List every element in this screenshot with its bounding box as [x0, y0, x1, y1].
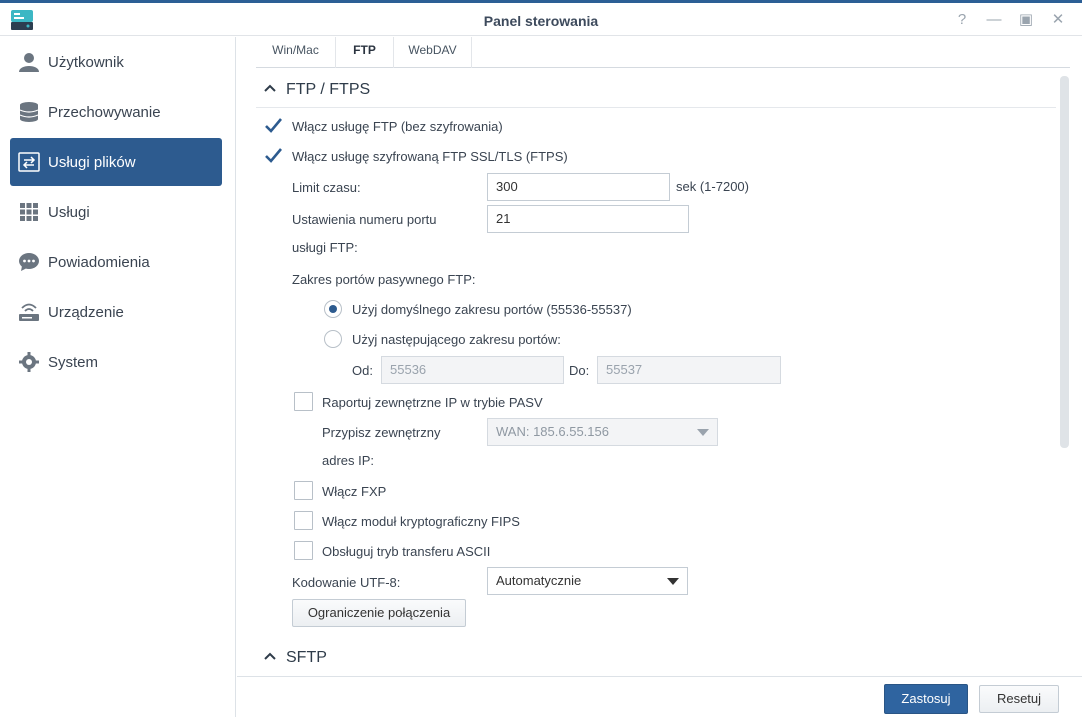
tab-bar: Win/Mac FTP WebDAV: [256, 37, 1070, 68]
sidebar-item-label: Użytkownik: [48, 54, 124, 71]
custom-range-label: Użyj następującego zakresu portów:: [352, 332, 561, 347]
apply-button[interactable]: Zastosuj: [884, 684, 968, 714]
help-button[interactable]: ?: [951, 9, 973, 31]
sidebar-item-label: Usługi plików: [48, 154, 136, 171]
sidebar-item-label: Przechowywanie: [48, 104, 161, 121]
external-ip-value: WAN: 185.6.55.156: [496, 424, 609, 439]
minimize-icon: —: [986, 11, 1002, 28]
enable-fips-checkbox[interactable]: [294, 511, 313, 530]
custom-range-radio[interactable]: [324, 330, 342, 348]
ftp-section-header[interactable]: FTP / FTPS: [256, 70, 1056, 108]
assign-external-label-line2: adres IP:: [322, 453, 375, 468]
tab-webdav[interactable]: WebDAV: [394, 37, 472, 68]
sidebar-item-label: Urządzenie: [48, 304, 124, 321]
enable-fips-label: Włącz moduł kryptograficzny FIPS: [322, 514, 520, 529]
sidebar-item-label: Powiadomienia: [48, 254, 150, 271]
router-icon: [19, 303, 39, 321]
storage-icon: [19, 102, 39, 122]
sidebar-item-storage[interactable]: Przechowywanie: [10, 88, 222, 136]
enable-ftp-checkbox[interactable]: [264, 116, 283, 135]
section-title: SFTP: [286, 649, 327, 666]
port-label-line2: usługi FTP:: [292, 240, 358, 255]
footer-bar: Zastosuj Resetuj: [237, 676, 1082, 717]
enable-ftps-label: Włącz usługę szyfrowaną FTP SSL/TLS (FTP…: [292, 149, 568, 164]
sidebar-item-notifications[interactable]: Powiadomienia: [10, 238, 222, 286]
range-from-input[interactable]: 55536: [381, 356, 564, 384]
enable-ftps-checkbox[interactable]: [264, 146, 283, 165]
utf8-label: Kodowanie UTF-8:: [292, 575, 401, 590]
report-external-ip-checkbox[interactable]: [294, 392, 313, 411]
sftp-section-header[interactable]: SFTP: [256, 638, 1056, 676]
ftp-settings-panel: FTP / FTPS Włącz usługę FTP (bez szyfrow…: [256, 70, 1056, 676]
chevron-up-icon: [264, 652, 276, 660]
default-range-label: Użyj domyślnego zakresu portów (55536-55…: [352, 302, 632, 317]
utf8-select[interactable]: Automatycznie: [487, 567, 688, 595]
maximize-icon: ▣: [1018, 11, 1034, 28]
ascii-mode-checkbox[interactable]: [294, 541, 313, 560]
chevron-up-icon: [264, 84, 276, 92]
timeout-label: Limit czasu:: [292, 180, 361, 195]
chat-icon: [19, 253, 39, 271]
help-icon: ?: [957, 11, 967, 28]
sidebar-item-system[interactable]: System: [10, 338, 222, 386]
title-bar: Panel sterowania ? — ▣ ✕: [0, 3, 1082, 36]
assign-external-label-line1: Przypisz zewnętrzny: [322, 425, 441, 440]
enable-ftp-label: Włącz usługę FTP (bez szyfrowania): [292, 119, 503, 134]
port-label-line1: Ustawienia numeru portu: [292, 212, 437, 227]
sidebar-item-label: System: [48, 354, 99, 371]
external-ip-select[interactable]: WAN: 185.6.55.156: [487, 418, 718, 446]
sidebar-item-user[interactable]: Użytkownik: [10, 38, 222, 86]
report-external-ip-label: Raportuj zewnętrzne IP w trybie PASV: [322, 395, 543, 410]
sidebar-item-file-services[interactable]: Usługi plików: [10, 138, 222, 186]
grid-icon: [20, 203, 38, 221]
range-to-label: Do:: [569, 363, 590, 378]
reset-button[interactable]: Resetuj: [979, 685, 1059, 713]
utf8-value: Automatycznie: [496, 573, 582, 588]
sidebar-item-services[interactable]: Usługi: [10, 188, 222, 236]
minimize-button[interactable]: —: [983, 9, 1005, 31]
port-input[interactable]: 21: [487, 205, 689, 233]
tab-win-mac[interactable]: Win/Mac: [256, 37, 336, 68]
close-button[interactable]: ✕: [1047, 9, 1069, 31]
chevron-down-icon: [697, 429, 709, 436]
range-to-input[interactable]: 55537: [597, 356, 781, 384]
enable-fxp-checkbox[interactable]: [294, 481, 313, 500]
enable-fxp-label: Włącz FXP: [322, 484, 387, 499]
tab-ftp[interactable]: FTP: [336, 37, 394, 68]
sidebar-item-device[interactable]: Urządzenie: [10, 288, 222, 336]
vertical-scrollbar[interactable]: [1060, 76, 1069, 448]
timeout-range-hint: sek (1-7200): [676, 179, 749, 194]
close-icon: ✕: [1051, 11, 1065, 28]
window-title: Panel sterowania: [483, 13, 599, 29]
maximize-button[interactable]: ▣: [1015, 9, 1037, 31]
gear-icon: [19, 352, 39, 372]
section-title: FTP / FTPS: [286, 81, 371, 98]
default-range-radio[interactable]: [324, 300, 342, 318]
file-services-icon: [18, 152, 40, 172]
chevron-down-icon: [667, 578, 679, 585]
ascii-mode-label: Obsługuj tryb transferu ASCII: [322, 544, 491, 559]
range-from-label: Od:: [352, 363, 373, 378]
sidebar-item-label: Usługi: [48, 204, 90, 221]
user-icon: [19, 53, 39, 72]
timeout-input[interactable]: 300: [487, 173, 670, 201]
passive-range-label: Zakres portów pasywnego FTP:: [292, 272, 476, 287]
connection-limit-button[interactable]: Ograniczenie połączenia: [292, 599, 466, 627]
sidebar: Użytkownik Przechowywanie Usługi plików …: [0, 37, 236, 717]
